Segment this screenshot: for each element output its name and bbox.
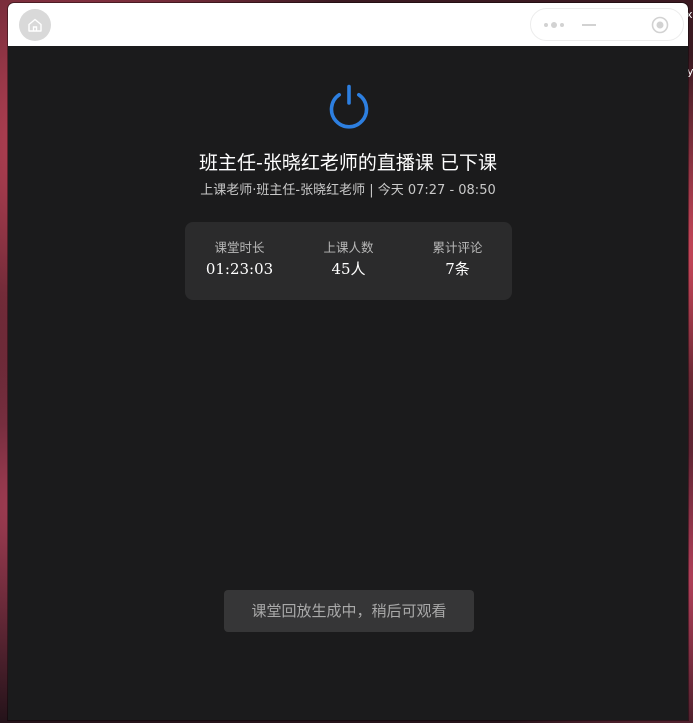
- close-target-icon: [651, 16, 669, 34]
- stat-value: 7条: [445, 260, 470, 278]
- more-button[interactable]: [541, 17, 567, 33]
- stat-comments: 累计评论 7条: [403, 239, 512, 279]
- stat-value: 01:23:03: [205, 260, 274, 278]
- replay-status-button[interactable]: 课堂回放生成中，稍后可观看: [224, 590, 474, 632]
- minimize-button[interactable]: [581, 17, 597, 33]
- stat-value: 45人: [331, 260, 366, 278]
- live-class-window: 班主任-张晓红老师的直播课 已下课 上课老师·班主任-张晓红老师 | 今天 07…: [8, 3, 688, 720]
- more-dots-icon: [544, 22, 564, 28]
- stats-card: 课堂时长 01:23:03 上课人数 45人 累计评论 7条: [185, 222, 512, 300]
- stat-label: 课堂时长: [214, 240, 265, 255]
- home-button[interactable]: [19, 9, 51, 41]
- class-ended-panel: 班主任-张晓红老师的直播课 已下课 上课老师·班主任-张晓红老师 | 今天 07…: [8, 46, 688, 720]
- stat-label: 上课人数: [323, 240, 374, 255]
- close-button[interactable]: [651, 16, 669, 34]
- class-title: 班主任-张晓红老师的直播课 已下课: [199, 152, 497, 174]
- stat-duration: 课堂时长 01:23:03: [185, 239, 294, 279]
- mini-program-capsule: [530, 8, 684, 41]
- title-bar: [8, 3, 688, 46]
- class-subtitle: 上课老师·班主任-张晓红老师 | 今天 07:27 - 08:50: [200, 183, 496, 198]
- home-icon: [28, 18, 42, 32]
- stat-label: 累计评论: [432, 240, 483, 255]
- minimize-icon: [582, 24, 596, 26]
- stat-attendees: 上课人数 45人: [294, 239, 403, 279]
- power-icon: [329, 84, 369, 129]
